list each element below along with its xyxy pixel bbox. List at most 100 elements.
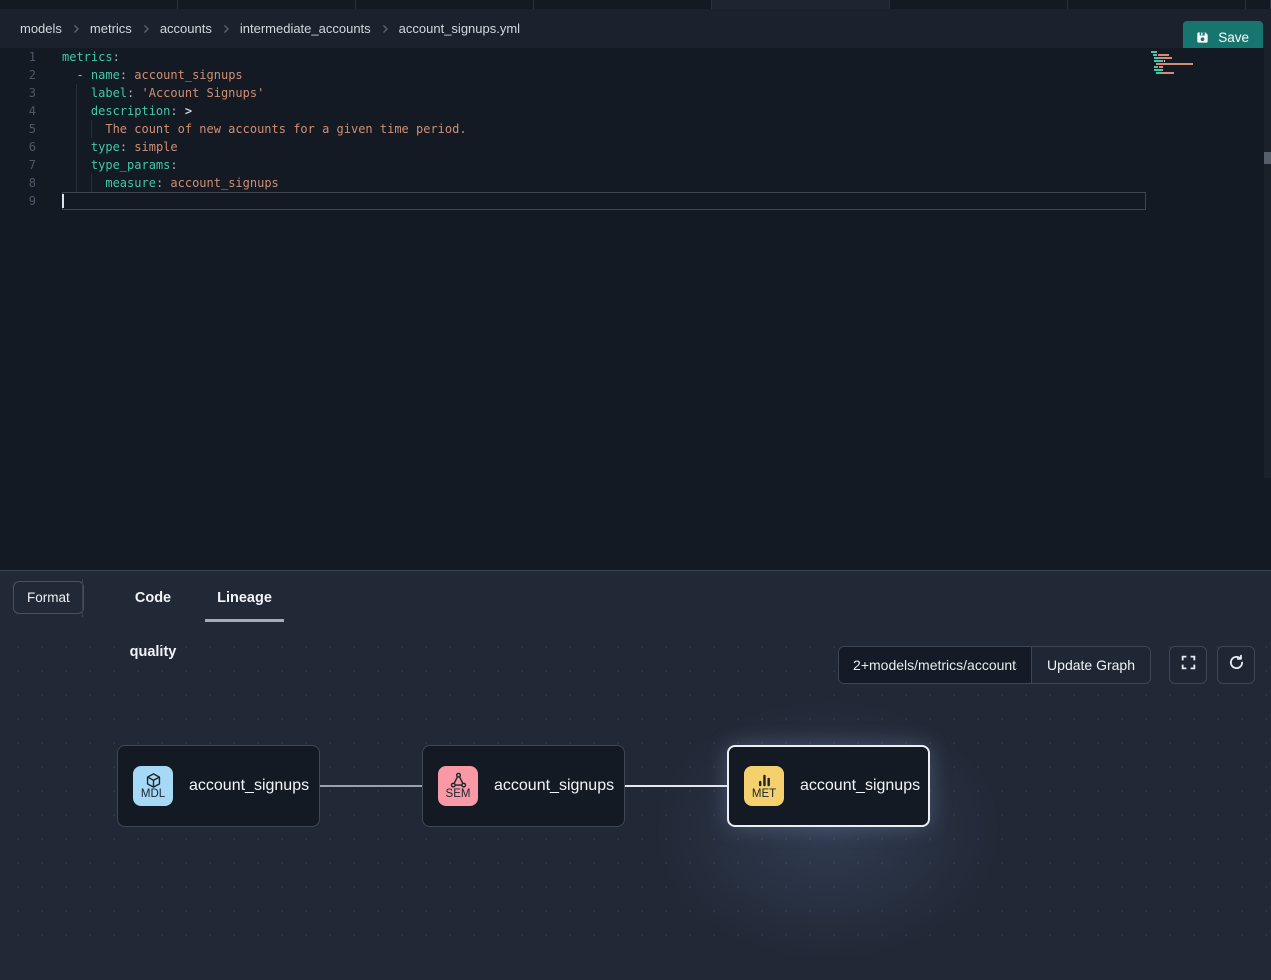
code-token: account_signups (163, 176, 279, 190)
minimap-line (1151, 60, 1215, 62)
indent-guide (76, 174, 77, 192)
line-number: 5 (0, 120, 36, 138)
lineage-node-mdl[interactable]: MDL account_signups (117, 745, 320, 827)
node-label: account_signups (800, 777, 920, 795)
code-line[interactable]: 2 - name: account_signups (0, 66, 1199, 84)
text-cursor (62, 194, 64, 208)
lineage-node-met[interactable]: MET account_signups (727, 745, 930, 827)
editor-file-tab[interactable] (1068, 0, 1246, 9)
code-token: metrics (62, 50, 113, 64)
indent-guide (76, 102, 77, 120)
line-number: 4 (0, 102, 36, 120)
code-line[interactable]: 6 type: simple (0, 138, 1199, 156)
fullscreen-button[interactable] (1169, 646, 1207, 684)
editor-file-tab[interactable] (1246, 0, 1271, 9)
code-token: 'Account Signups' (134, 86, 264, 100)
code-token: description (91, 104, 170, 118)
code-token: The count of new accounts for a given ti… (62, 122, 467, 136)
tab-lineage[interactable]: Lineage (205, 571, 284, 625)
minimap-line (1151, 72, 1215, 74)
breadcrumb-chevron-icon (141, 24, 151, 34)
node-label: account_signups (494, 777, 614, 795)
format-button[interactable]: Format (13, 581, 84, 614)
breadcrumb-item[interactable]: models (20, 21, 62, 36)
line-number: 8 (0, 174, 36, 192)
code-line[interactable]: 4 description: > (0, 102, 1199, 120)
minimap-line (1151, 69, 1215, 71)
code-token: : (120, 68, 127, 82)
line-number: 7 (0, 156, 36, 174)
node-badge-text: MET (752, 788, 776, 800)
editor-scrollbar[interactable] (1264, 48, 1271, 478)
indent-guide (76, 120, 77, 138)
editor-file-tab[interactable] (356, 0, 534, 9)
minimap-line (1151, 66, 1215, 68)
breadcrumb-item[interactable]: metrics (90, 21, 132, 36)
bottom-panel: Format Code quality Lineage Update Graph (0, 571, 1271, 954)
editor-file-tab[interactable] (178, 0, 356, 9)
fullscreen-icon (1180, 654, 1197, 676)
lineage-selector-input[interactable] (839, 647, 1031, 683)
minimap[interactable] (1151, 51, 1215, 78)
metric-chart-icon (756, 772, 773, 789)
breadcrumb-item[interactable]: account_signups.yml (399, 21, 520, 36)
minimap-line (1151, 75, 1215, 77)
code-token: - (62, 68, 91, 82)
line-number: 3 (0, 84, 36, 102)
editor-file-tab[interactable] (0, 0, 178, 9)
code-token: : (120, 140, 127, 154)
code-area[interactable]: 1metrics:2 - name: account_signups3 labe… (0, 48, 1199, 210)
node-badge-text: MDL (141, 788, 165, 800)
code-line[interactable]: 3 label: 'Account Signups' (0, 84, 1199, 102)
lineage-selector-group: Update Graph (838, 646, 1151, 684)
breadcrumb-bar: models metrics accounts intermediate_accoun… (0, 9, 1271, 48)
breadcrumb: models metrics accounts intermediate_accoun… (20, 21, 520, 36)
indent-guide (91, 120, 92, 138)
active-line-highlight (62, 192, 1146, 210)
code-token: simple (127, 140, 178, 154)
code-token: label (91, 86, 127, 100)
tab-code-quality[interactable]: Code quality (115, 571, 191, 625)
code-line[interactable]: 9 (0, 192, 1199, 210)
refresh-icon (1228, 654, 1245, 676)
indent-guide (76, 138, 77, 156)
code-token: : (170, 158, 177, 172)
minimap-line (1151, 57, 1215, 59)
code-token: name (91, 68, 120, 82)
refresh-button[interactable] (1217, 646, 1255, 684)
vertical-divider (82, 579, 83, 617)
update-graph-button[interactable]: Update Graph (1031, 647, 1150, 683)
code-line[interactable]: 8 measure: account_signups (0, 174, 1199, 192)
minimap-line (1151, 63, 1215, 65)
line-number: 9 (0, 192, 36, 210)
code-line[interactable]: 5 The count of new accounts for a given … (0, 120, 1199, 138)
code-token: > (178, 104, 192, 118)
editor-file-tab[interactable] (534, 0, 712, 9)
code-line[interactable]: 7 type_params: (0, 156, 1199, 174)
node-label: account_signups (189, 777, 309, 795)
node-type-badge: MET (744, 766, 784, 806)
active-tab-underline (205, 619, 284, 622)
code-token: : (113, 50, 120, 64)
code-editor[interactable]: 1metrics:2 - name: account_signups3 labe… (0, 48, 1271, 571)
node-type-badge: MDL (133, 766, 173, 806)
indent-guide (76, 84, 77, 102)
save-icon (1195, 30, 1210, 45)
breadcrumb-item[interactable]: intermediate_accounts (240, 21, 371, 36)
cube-icon (145, 772, 162, 789)
selected-node-glow (628, 680, 1028, 980)
breadcrumb-item[interactable]: accounts (160, 21, 212, 36)
code-line[interactable]: 1metrics: (0, 48, 1199, 66)
code-token: : (170, 104, 177, 118)
save-button-label: Save (1218, 30, 1249, 45)
code-token: type (91, 140, 120, 154)
editor-file-tab[interactable] (890, 0, 1068, 9)
minimap-line (1151, 54, 1215, 56)
code-token: type_params (91, 158, 170, 172)
editor-file-tab[interactable] (712, 0, 890, 9)
scrollbar-thumb[interactable] (1264, 152, 1271, 164)
breadcrumb-chevron-icon (71, 24, 81, 34)
lineage-canvas[interactable]: Update Graph MDLaccount_signupsSEMaccoun… (0, 625, 1271, 954)
lineage-node-sem[interactable]: SEMaccount_signups (422, 745, 625, 827)
line-number: 2 (0, 66, 36, 84)
